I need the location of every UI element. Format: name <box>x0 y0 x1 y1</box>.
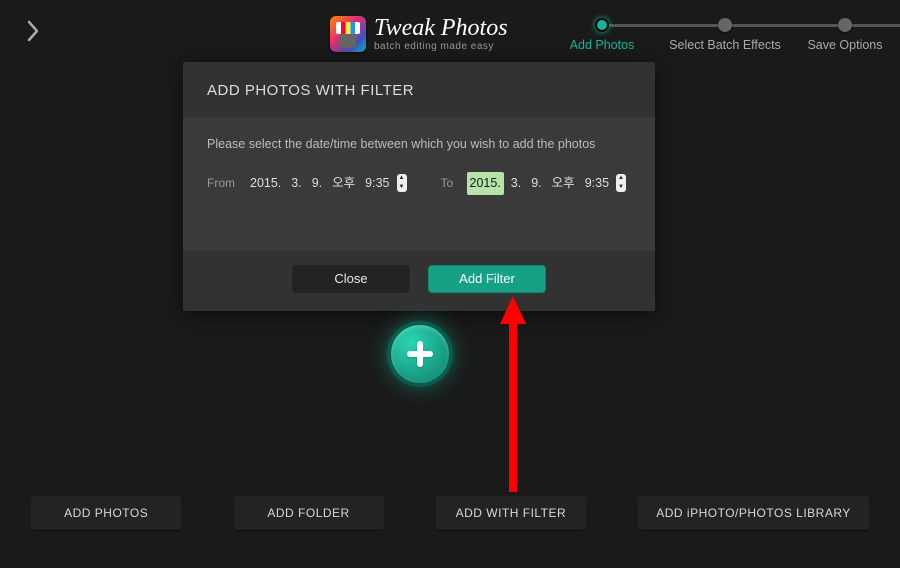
app-logo-icon <box>330 16 366 52</box>
add-photos-filter-modal: ADD PHOTOS WITH FILTER Please select the… <box>183 62 655 311</box>
step-dot-icon <box>595 18 609 32</box>
from-year[interactable]: 2015. <box>247 172 284 195</box>
to-label: To <box>441 174 461 192</box>
from-time[interactable]: 9:35 <box>362 172 392 195</box>
from-stepper[interactable]: ▲▼ <box>397 174 407 192</box>
to-year[interactable]: 2015. <box>467 172 504 195</box>
app-subtitle: batch editing made easy <box>374 42 508 52</box>
app-title: Tweak Photos <box>374 16 508 40</box>
add-photos-plus-button[interactable] <box>378 312 462 396</box>
step-dot-icon <box>838 18 852 32</box>
from-month[interactable]: 3. <box>288 172 304 195</box>
step-dot-icon <box>718 18 732 32</box>
step-select-effects[interactable]: Select Batch Effects <box>665 12 785 52</box>
to-datetime-field[interactable]: 2015. 3. 9. 오후 9:35 ▲▼ <box>467 172 627 195</box>
annotation-arrow-icon <box>498 296 528 496</box>
modal-description: Please select the date/time between whic… <box>207 135 631 154</box>
forward-nav-icon[interactable] <box>24 20 42 47</box>
to-month[interactable]: 3. <box>508 172 524 195</box>
plus-icon <box>387 321 453 387</box>
progress-stepper: Add Photos Select Batch Effects Save Opt… <box>570 12 900 56</box>
step-label: Select Batch Effects <box>665 38 785 52</box>
app-logo: Tweak Photos batch editing made easy <box>330 16 508 52</box>
step-save-options[interactable]: Save Options <box>785 12 900 52</box>
modal-title: ADD PHOTOS WITH FILTER <box>183 62 655 117</box>
to-ampm[interactable]: 오후 <box>549 172 578 195</box>
from-ampm[interactable]: 오후 <box>329 172 358 195</box>
add-iphoto-library-button[interactable]: ADD iPHOTO/PHOTOS LIBRARY <box>638 496 869 530</box>
from-label: From <box>207 174 241 192</box>
add-with-filter-button[interactable]: ADD WITH FILTER <box>436 496 586 530</box>
bottom-action-bar: ADD PHOTOS ADD FOLDER ADD WITH FILTER AD… <box>0 496 900 530</box>
top-bar: Tweak Photos batch editing made easy Add… <box>0 0 900 60</box>
close-button[interactable]: Close <box>292 265 410 293</box>
add-filter-button[interactable]: Add Filter <box>428 265 546 293</box>
step-label: Save Options <box>785 38 900 52</box>
add-folder-button[interactable]: ADD FOLDER <box>234 496 384 530</box>
from-day[interactable]: 9. <box>309 172 325 195</box>
from-datetime-field[interactable]: 2015. 3. 9. 오후 9:35 ▲▼ <box>247 172 407 195</box>
step-add-photos[interactable]: Add Photos <box>542 12 662 52</box>
step-label: Add Photos <box>542 38 662 52</box>
modal-body: Please select the date/time between whic… <box>183 117 655 251</box>
to-time[interactable]: 9:35 <box>582 172 612 195</box>
to-stepper[interactable]: ▲▼ <box>616 174 626 192</box>
to-day[interactable]: 9. <box>528 172 544 195</box>
add-photos-button[interactable]: ADD PHOTOS <box>31 496 181 530</box>
